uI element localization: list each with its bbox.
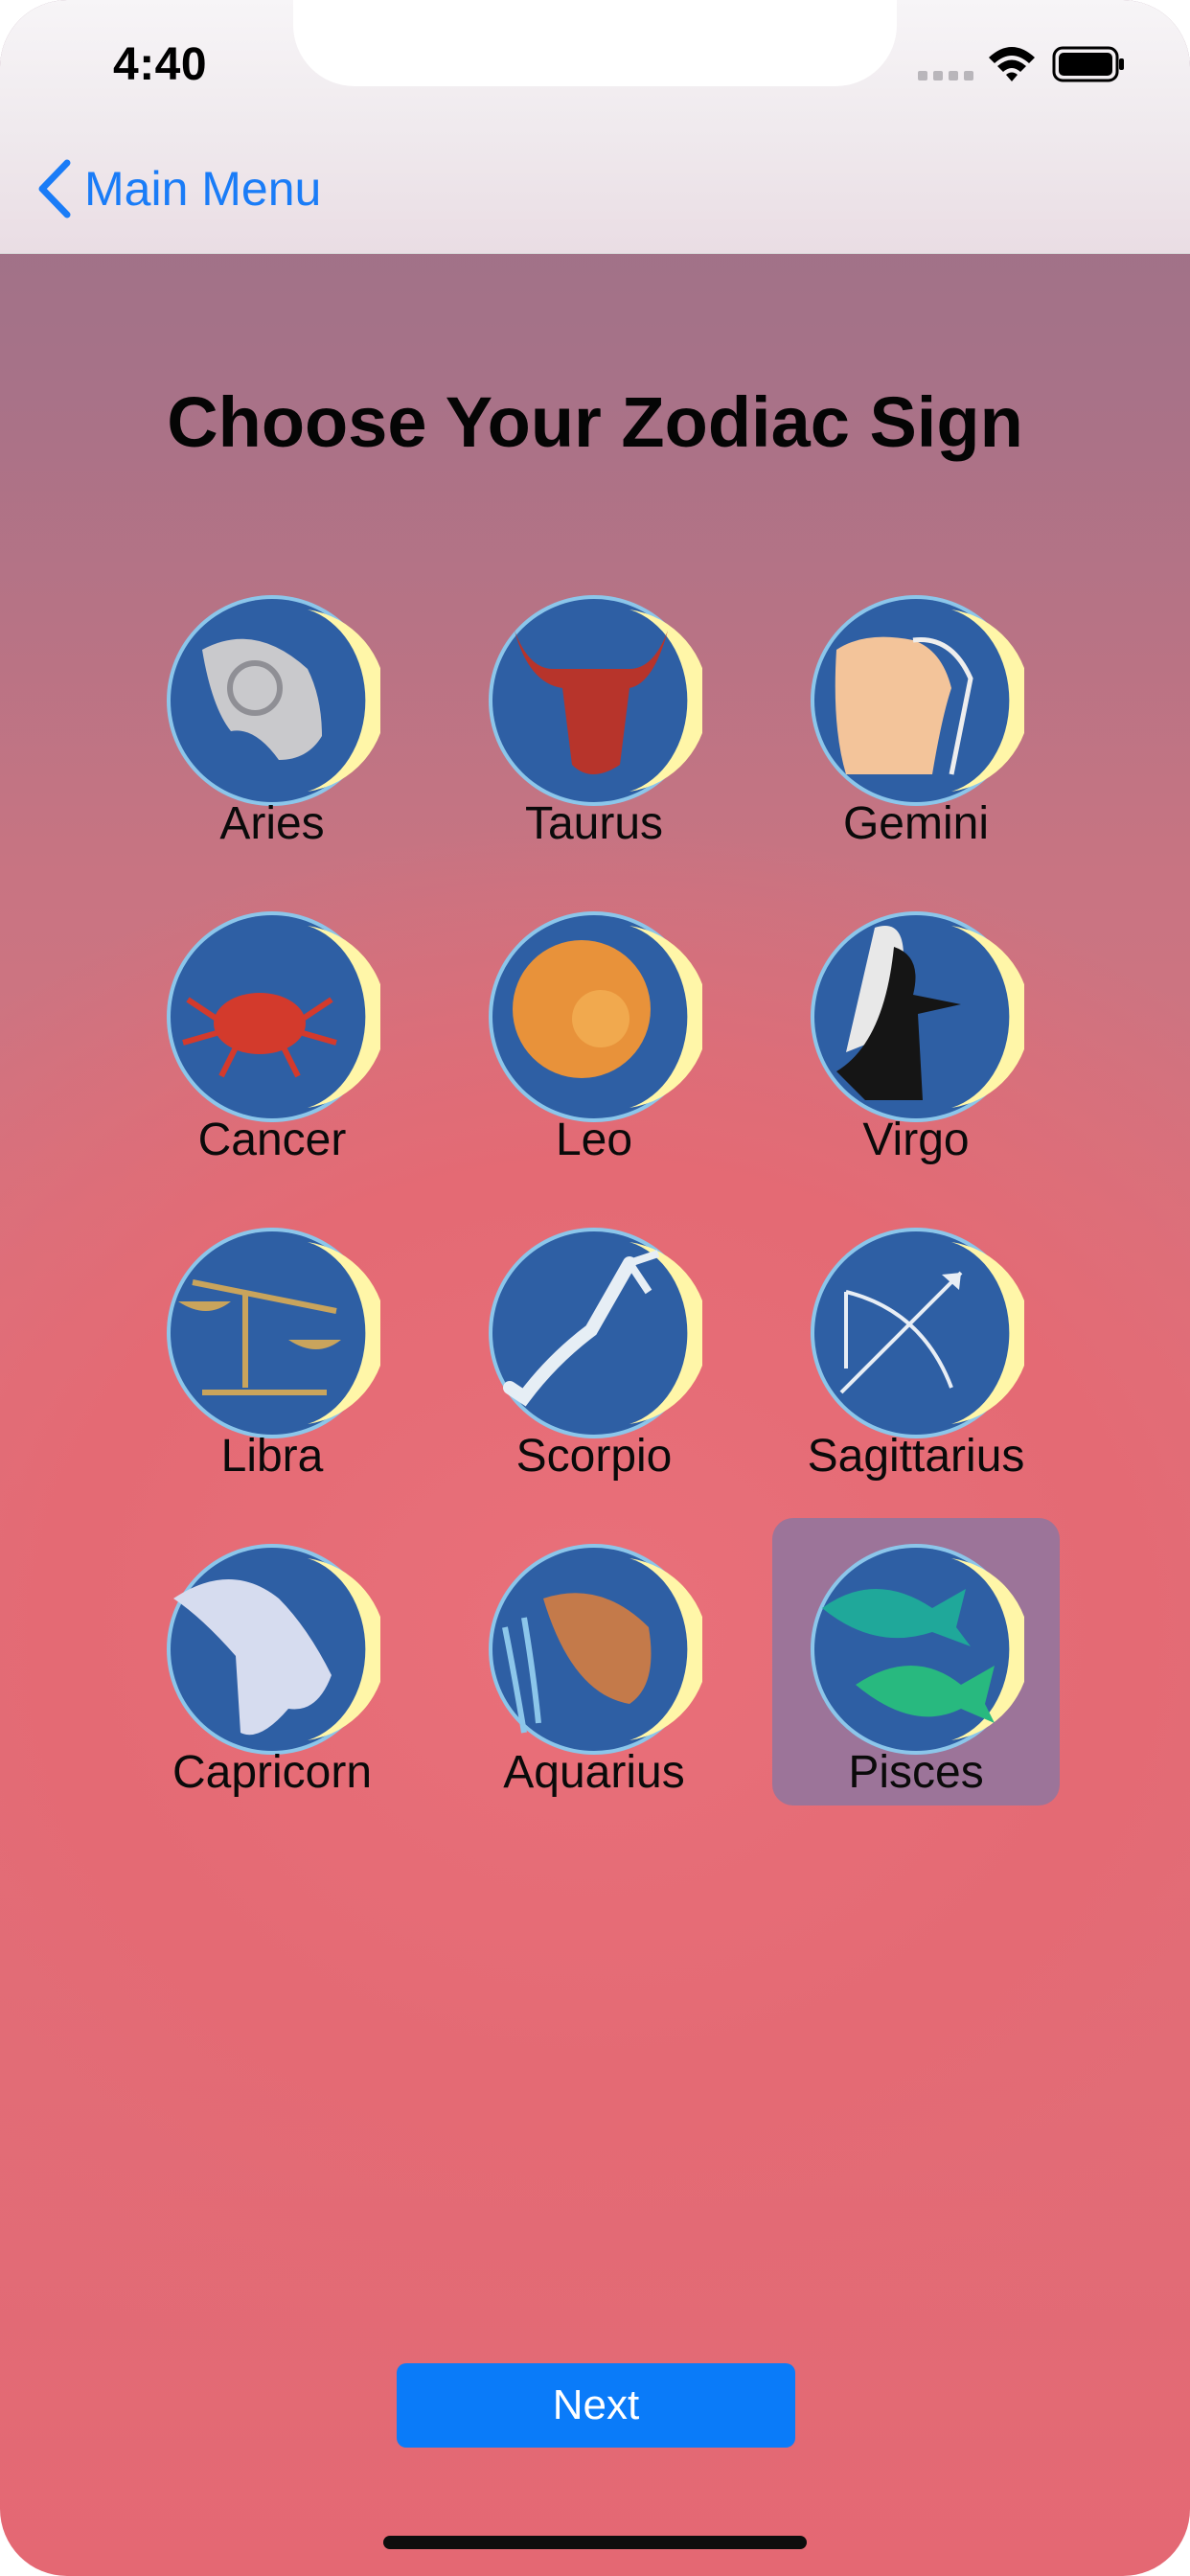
home-indicator [383,2536,807,2549]
zodiac-label: Libra [220,1431,324,1482]
bull-icon [489,595,702,806]
zodiac-cell-libra[interactable]: Libra [128,1202,416,1489]
zodiac-grid: Aries Taurus Gemini Cancer Leo Virgo Lib… [0,0,1190,2576]
zodiac-cell-scorpio[interactable]: Scorpio [450,1202,738,1489]
next-button[interactable]: Next [397,2363,795,2448]
zodiac-label: Capricorn [172,1747,373,1798]
zodiac-label: Taurus [524,798,664,849]
zodiac-cell-virgo[interactable]: Virgo [772,886,1060,1173]
zodiac-label: Sagittarius [807,1431,1025,1482]
zodiac-label: Cancer [197,1115,347,1165]
crab-icon [167,911,380,1122]
maiden-icon [811,911,1024,1122]
zodiac-cell-pisces[interactable]: Pisces [772,1518,1060,1806]
lion-icon [489,911,702,1122]
zodiac-cell-sagittarius[interactable]: Sagittarius [772,1202,1060,1489]
scorpion-icon [489,1228,702,1438]
goat-icon [167,1544,380,1755]
twins-icon [811,595,1024,806]
zodiac-cell-capricorn[interactable]: Capricorn [128,1518,416,1806]
zodiac-cell-aquarius[interactable]: Aquarius [450,1518,738,1806]
zodiac-label: Aquarius [503,1747,685,1798]
zodiac-label: Scorpio [515,1431,673,1482]
zodiac-label: Gemini [842,798,990,849]
scales-icon [167,1228,380,1438]
zodiac-cell-taurus[interactable]: Taurus [450,569,738,857]
zodiac-cell-aries[interactable]: Aries [128,569,416,857]
screen: 4:40 Main Menu Choose Your Zodiac Sign A… [0,0,1190,2576]
zodiac-label: Virgo [862,1115,970,1165]
zodiac-cell-cancer[interactable]: Cancer [128,886,416,1173]
zodiac-label: Leo [555,1115,633,1165]
ram-icon [167,595,380,806]
water-bearer-icon [489,1544,702,1755]
zodiac-label: Pisces [848,1747,984,1798]
zodiac-label: Aries [219,798,325,849]
archer-icon [811,1228,1024,1438]
zodiac-cell-gemini[interactable]: Gemini [772,569,1060,857]
fish-icon [811,1544,1024,1755]
zodiac-cell-leo[interactable]: Leo [450,886,738,1173]
